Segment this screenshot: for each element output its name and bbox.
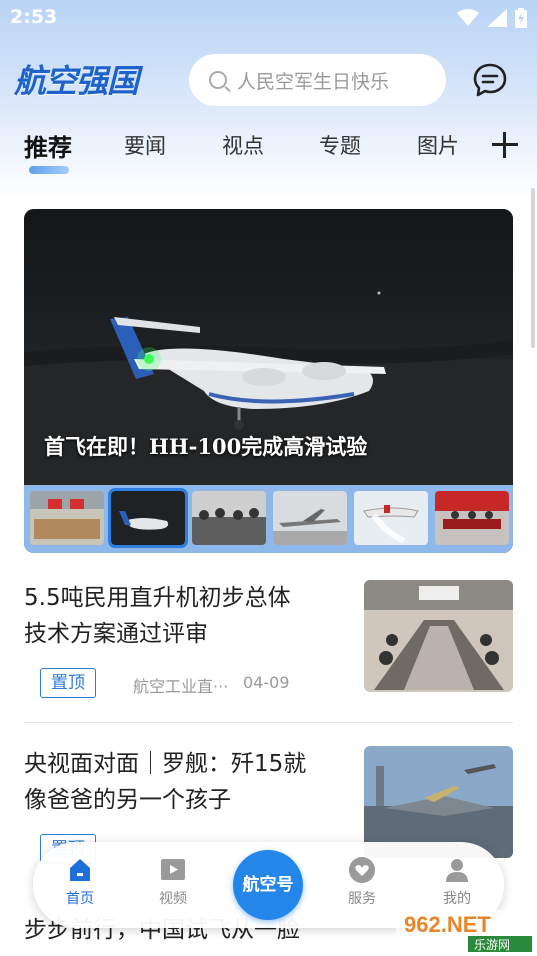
- nav-services[interactable]: 服务: [332, 856, 392, 908]
- tab-news[interactable]: 要闻: [124, 130, 166, 160]
- nav-label: 服务: [348, 891, 376, 907]
- tab-recommend[interactable]: 推荐: [24, 128, 72, 163]
- nav-video[interactable]: 视频: [143, 856, 203, 908]
- article-title: 央视面对面｜罗舰：歼15就 像爸爸的另一个孩子: [24, 746, 344, 818]
- nav-label: 视频: [159, 891, 187, 907]
- user-icon: [446, 859, 468, 882]
- wifi-icon: [457, 9, 479, 26]
- thumb-meeting[interactable]: [435, 491, 509, 545]
- nav-label: 我的: [443, 891, 471, 907]
- nav-label: 首页: [66, 891, 94, 907]
- battery-icon: [515, 8, 527, 28]
- thumb-firefighter[interactable]: [354, 491, 428, 545]
- home-icon: [70, 859, 90, 881]
- thumb-seaplane[interactable]: [108, 488, 188, 548]
- nav-home[interactable]: 首页: [50, 856, 110, 908]
- banner-thumbnail-strip: [24, 485, 513, 553]
- watermark-logo: 962.NET 乐游网: [396, 910, 534, 952]
- pinned-badge: 置顶: [40, 668, 96, 698]
- article-title-line: 技术方案通过评审: [24, 621, 208, 647]
- nav-me[interactable]: 我的: [427, 856, 487, 908]
- category-tabs: 推荐 要闻 视点 专题 图片: [0, 126, 537, 180]
- thumb-crowd[interactable]: [192, 491, 266, 545]
- featured-banner[interactable]: 首飞在即！HH-100完成高滑试验: [24, 209, 513, 553]
- add-channel-icon[interactable]: [492, 132, 518, 158]
- article-title-line: 像爸爸的另一个孩子: [24, 787, 231, 813]
- article-date: 04-09: [243, 673, 290, 692]
- article-item[interactable]: 5.5吨民用直升机初步总体 技术方案通过评审 置顶 航空工业直··· 04-09: [24, 580, 513, 700]
- status-time: 2:53: [10, 6, 58, 28]
- watermark-subtext: 乐游网: [474, 938, 510, 952]
- search-placeholder: 人民空军生日快乐: [237, 70, 390, 93]
- active-tab-indicator: [29, 166, 69, 174]
- signal-icon: [487, 9, 507, 27]
- article-title-line: 5.5吨民用直升机初步总体: [24, 585, 291, 611]
- tab-topics[interactable]: 专题: [319, 130, 361, 160]
- article-thumbnail: [364, 580, 513, 692]
- status-bar: 2:53: [0, 0, 537, 36]
- tab-pictures[interactable]: 图片: [417, 130, 459, 160]
- nav-aviation-account-button[interactable]: 航空号: [233, 850, 303, 920]
- thumb-hangar[interactable]: [30, 491, 104, 545]
- scrollbar[interactable]: [531, 188, 535, 348]
- article-title-line: 央视面对面｜罗舰：歼15就: [24, 751, 307, 777]
- app-logo[interactable]: 航空强国: [14, 56, 139, 102]
- search-icon: [209, 71, 227, 89]
- status-icons: [457, 8, 527, 28]
- search-bar[interactable]: 人民空军生日快乐: [189, 54, 446, 106]
- logo-text: 航空强国: [14, 62, 139, 100]
- article-title: 5.5吨民用直升机初步总体 技术方案通过评审: [24, 580, 344, 652]
- message-icon[interactable]: [472, 62, 508, 98]
- tab-viewpoint[interactable]: 视点: [222, 130, 264, 160]
- video-icon: [161, 859, 185, 880]
- nav-label: 航空号: [242, 875, 294, 895]
- thumb-jet[interactable]: [273, 491, 347, 545]
- divider: [24, 722, 513, 723]
- banner-title: 首飞在即！HH-100完成高滑试验: [44, 434, 368, 459]
- article-source: 航空工业直···: [133, 677, 229, 696]
- watermark-text: 962.NET: [404, 912, 491, 937]
- heart-icon: [349, 857, 375, 883]
